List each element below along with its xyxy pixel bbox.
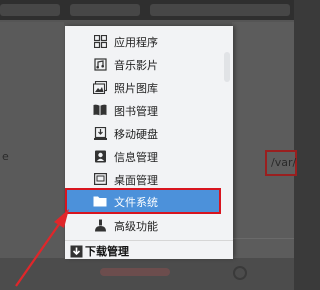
music-film-icon bbox=[93, 57, 107, 71]
book-icon bbox=[93, 103, 107, 117]
menu-item-label: 移动硬盘 bbox=[114, 128, 158, 141]
menu-item-label: 音乐影片 bbox=[114, 59, 158, 72]
top-tab bbox=[150, 4, 290, 16]
advanced-tools-icon bbox=[93, 218, 107, 232]
menu-item-book-manager[interactable]: 图书管理 bbox=[65, 99, 217, 121]
menu-item-label: 桌面管理 bbox=[114, 174, 158, 187]
menu-item-label: 照片图库 bbox=[114, 82, 158, 95]
menu-scrollbar[interactable] bbox=[224, 30, 230, 230]
menu-item-label: 应用程序 bbox=[114, 36, 158, 49]
start-menu: 应用程序 音乐影片 照片图库 图书管理 移动硬盘 信息管理 桌面管理 文件系统 … bbox=[65, 26, 233, 259]
menu-item-file-system[interactable]: 文件系统 bbox=[65, 188, 221, 214]
top-tab bbox=[70, 4, 140, 16]
top-bar bbox=[0, 0, 294, 20]
background-text: e bbox=[2, 150, 9, 163]
menu-item-applications[interactable]: 应用程序 bbox=[65, 30, 217, 52]
circle-icon bbox=[233, 266, 247, 280]
menu-item-photo-gallery[interactable]: 照片图库 bbox=[65, 76, 217, 98]
menu-item-advanced[interactable]: 高级功能 bbox=[65, 214, 217, 236]
menu-item-label: 高级功能 bbox=[114, 220, 158, 233]
menu-item-label: 图书管理 bbox=[114, 105, 158, 118]
contacts-icon bbox=[93, 149, 107, 163]
download-icon bbox=[70, 243, 83, 258]
left-panel bbox=[0, 22, 64, 290]
photo-gallery-icon bbox=[93, 80, 107, 94]
menu-item-label: 信息管理 bbox=[114, 151, 158, 164]
external-drive-icon bbox=[93, 126, 107, 140]
scrollbar-thumb[interactable] bbox=[224, 52, 230, 82]
menu-item-external-drive[interactable]: 移动硬盘 bbox=[65, 122, 217, 144]
divider bbox=[232, 238, 294, 239]
desktop-icon bbox=[93, 172, 107, 186]
menu-item-music-film[interactable]: 音乐影片 bbox=[65, 53, 217, 75]
grid-apps-icon bbox=[93, 34, 107, 48]
menu-item-desktop-manager[interactable]: 桌面管理 bbox=[65, 168, 217, 190]
download-manager-button[interactable]: 下载管理 bbox=[65, 240, 233, 259]
download-manager-label: 下载管理 bbox=[85, 245, 129, 258]
menu-item-label: 文件系统 bbox=[114, 196, 158, 209]
top-tab bbox=[0, 4, 60, 16]
menu-item-info-manager[interactable]: 信息管理 bbox=[65, 145, 217, 167]
path-input[interactable]: /var/ bbox=[265, 150, 297, 176]
folder-icon bbox=[93, 194, 107, 208]
blurred-text bbox=[100, 268, 170, 276]
